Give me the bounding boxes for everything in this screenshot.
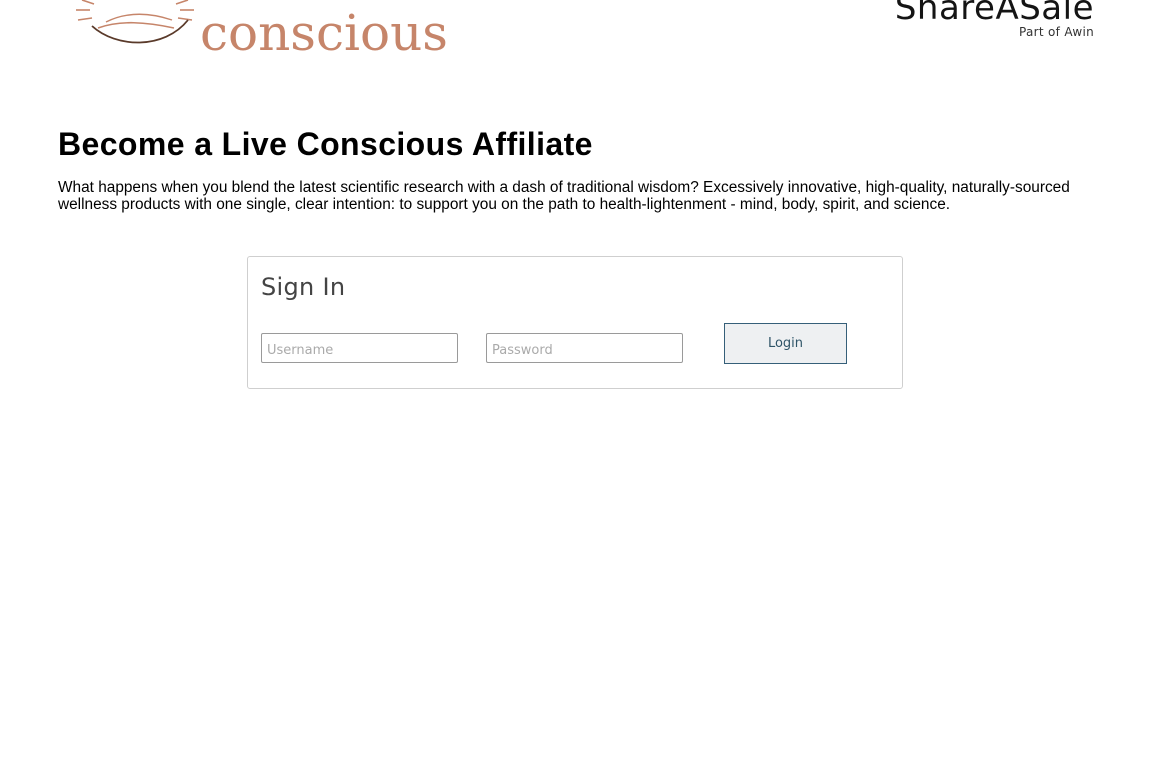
signin-title: Sign In <box>261 273 346 301</box>
sun-logo-icon: conscious <box>76 0 448 56</box>
brand-logo[interactable]: conscious <box>76 0 496 56</box>
page: conscious ShareASale Part of Awin Become… <box>0 0 1152 768</box>
signin-card: Sign In Login <box>247 256 903 389</box>
login-button[interactable]: Login <box>724 323 847 364</box>
page-title: Become a Live Conscious Affiliate <box>58 126 593 162</box>
brand-wordmark: conscious <box>200 4 448 56</box>
username-input[interactable] <box>261 333 458 363</box>
shareasale-logo[interactable]: ShareASale Part of Awin <box>895 0 1094 39</box>
password-input[interactable] <box>486 333 683 363</box>
partner-name: ShareASale <box>894 0 1094 28</box>
intro-text: What happens when you blend the latest s… <box>58 179 1070 213</box>
